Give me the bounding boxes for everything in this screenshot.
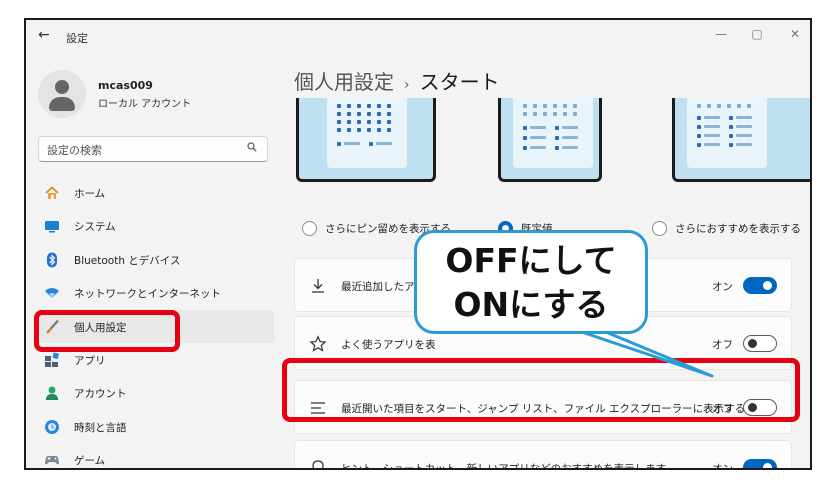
callout-tail-join	[574, 327, 594, 331]
